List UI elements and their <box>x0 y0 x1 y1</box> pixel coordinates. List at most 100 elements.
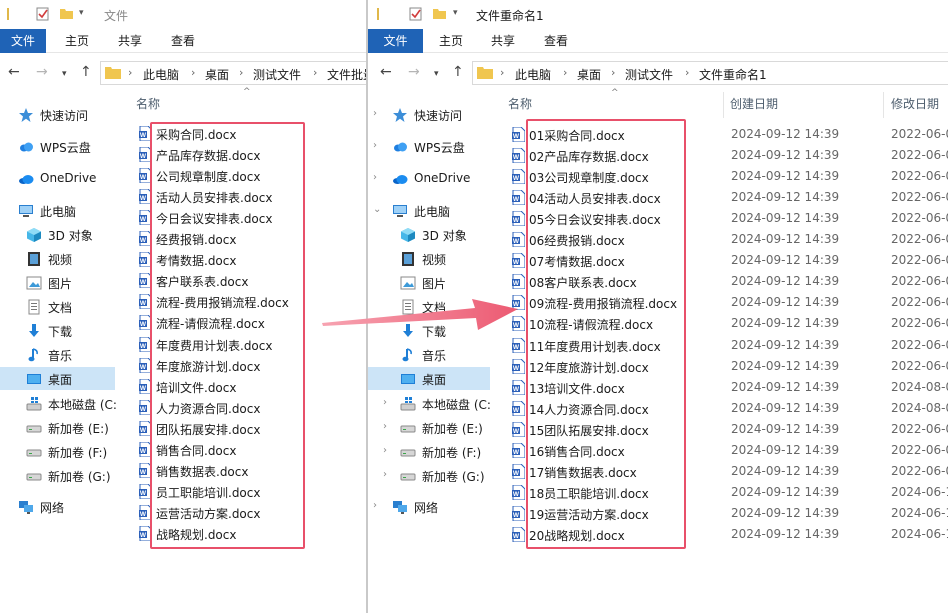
nav-item[interactable]: 视频 <box>368 247 490 270</box>
breadcrumb-item[interactable]: 文件重命名1 <box>699 66 767 83</box>
nav-item[interactable]: › 本地磁盘 (C: <box>368 392 491 415</box>
breadcrumb-item[interactable]: 测试文件 <box>625 66 673 83</box>
nav-item[interactable]: 文档 <box>0 295 115 318</box>
svg-text:W: W <box>140 279 147 286</box>
collapsed-chevron-icon[interactable]: › <box>383 445 387 456</box>
cube-icon <box>26 227 42 242</box>
nav-item-label: 图片 <box>48 277 73 291</box>
customize-toolbar-icon[interactable]: ▾ <box>453 8 468 23</box>
customize-toolbar-icon[interactable]: ▾ <box>79 8 94 23</box>
column-separator[interactable] <box>883 92 884 118</box>
nav-item[interactable]: › 网络 <box>368 495 490 518</box>
recent-locations-icon[interactable]: ▾ <box>434 66 439 82</box>
svg-text:W: W <box>140 321 147 328</box>
tab-file[interactable]: 文件 <box>0 29 46 53</box>
nav-item[interactable]: 新加卷 (G:) <box>0 464 115 487</box>
title-bar: ▾ 文件重命名1 <box>368 0 948 29</box>
folder-quick-icon[interactable] <box>6 6 21 21</box>
breadcrumb-separator: › <box>611 66 616 79</box>
recent-locations-icon[interactable]: ▾ <box>62 66 67 82</box>
column-header-created[interactable]: 创建日期 <box>730 95 778 112</box>
properties-check-icon[interactable] <box>35 6 50 21</box>
svg-text:W: W <box>513 407 520 414</box>
up-arrow-icon[interactable]: ↑ <box>80 64 92 80</box>
breadcrumb-item[interactable]: 此电脑 <box>515 66 551 83</box>
nav-item[interactable]: › 新加卷 (E:) <box>368 416 490 439</box>
collapsed-chevron-icon[interactable]: › <box>373 140 377 151</box>
nav-item-label: 音乐 <box>48 349 73 363</box>
nav-item[interactable]: › WPS云盘 <box>368 135 490 158</box>
breadcrumb-item[interactable]: 此电脑 <box>143 66 179 83</box>
properties-check-icon[interactable] <box>408 6 423 21</box>
tab-view[interactable]: 查看 <box>160 29 206 53</box>
breadcrumb-item[interactable]: 桌面 <box>577 66 601 83</box>
word-document-icon: W <box>512 168 526 185</box>
up-arrow-icon[interactable]: ↑ <box>452 64 464 80</box>
tab-view[interactable]: 查看 <box>533 29 579 53</box>
title-bar: ▾ 文件 <box>0 0 367 29</box>
breadcrumb-item[interactable]: 测试文件 <box>253 66 301 83</box>
nav-item[interactable]: WPS云盘 <box>0 135 115 158</box>
tab-home[interactable]: 主页 <box>54 29 100 53</box>
nav-item[interactable]: 快速访问 <box>0 103 115 126</box>
nav-item[interactable]: 网络 <box>0 495 115 518</box>
forward-arrow-icon[interactable]: → <box>408 64 420 80</box>
new-folder-icon[interactable] <box>432 6 447 21</box>
nav-item[interactable]: 3D 对象 <box>0 223 115 246</box>
breadcrumb-item[interactable]: 桌面 <box>205 66 229 83</box>
nav-item[interactable]: 桌面 <box>368 367 490 390</box>
address-bar[interactable]: › 此电脑 › 桌面 › 测试文件 › 文件重命名1 <box>472 61 948 85</box>
nav-item[interactable]: 音乐 <box>0 343 115 366</box>
nav-item[interactable]: 桌面 <box>0 367 115 390</box>
svg-text:W: W <box>140 532 147 539</box>
desktop-icon <box>26 371 42 386</box>
nav-item[interactable]: 下载 <box>0 319 115 342</box>
star-icon <box>18 107 34 122</box>
nav-item[interactable]: 3D 对象 <box>368 223 490 246</box>
tab-home[interactable]: 主页 <box>428 29 474 53</box>
back-arrow-icon[interactable]: ← <box>8 64 20 80</box>
address-row: ← → ▾ ↑ › 此电脑 › 桌面 › 测试文件 › 文件重命名1 <box>368 53 948 91</box>
expanded-chevron-icon[interactable]: ⌄ <box>373 204 381 215</box>
nav-item[interactable]: OneDrive <box>0 167 115 190</box>
nav-item-label: 网络 <box>414 501 439 515</box>
nav-item[interactable]: 图片 <box>368 271 490 294</box>
collapsed-chevron-icon[interactable]: › <box>373 172 377 183</box>
new-folder-icon[interactable] <box>59 6 74 21</box>
nav-item[interactable]: 此电脑 <box>0 199 115 222</box>
tab-share[interactable]: 共享 <box>480 29 526 53</box>
nav-item[interactable]: 本地磁盘 (C: <box>0 392 117 415</box>
collapsed-chevron-icon[interactable]: › <box>383 397 387 408</box>
tab-share[interactable]: 共享 <box>107 29 153 53</box>
column-header-name[interactable]: 名称 <box>508 95 532 112</box>
collapsed-chevron-icon[interactable]: › <box>383 469 387 480</box>
nav-item[interactable]: 新加卷 (F:) <box>0 440 115 463</box>
column-header-modified[interactable]: 修改日期 <box>891 95 939 112</box>
nav-item-label: WPS云盘 <box>40 141 91 155</box>
nav-item[interactable]: › 新加卷 (F:) <box>368 440 490 463</box>
nav-item[interactable]: › OneDrive <box>368 167 490 190</box>
folder-quick-icon[interactable] <box>376 6 391 21</box>
collapsed-chevron-icon[interactable]: › <box>373 108 377 119</box>
nav-item[interactable]: 视频 <box>0 247 115 270</box>
file-modified-date: 2022-06-0 <box>891 232 948 247</box>
address-bar[interactable]: › 此电脑 › 桌面 › 测试文件 › 文件批量 <box>100 61 367 85</box>
tab-file[interactable]: 文件 <box>368 29 423 53</box>
nav-item[interactable]: 新加卷 (E:) <box>0 416 115 439</box>
nav-item[interactable]: ⌄ 此电脑 <box>368 199 490 222</box>
nav-item[interactable]: 图片 <box>0 271 115 294</box>
collapsed-chevron-icon[interactable]: › <box>383 421 387 432</box>
back-arrow-icon[interactable]: ← <box>380 64 392 80</box>
breadcrumb-item[interactable]: 文件批量 <box>327 66 367 83</box>
column-separator[interactable] <box>723 92 724 118</box>
forward-arrow-icon[interactable]: → <box>36 64 48 80</box>
file-modified-date: 2022-06-0 <box>891 127 948 141</box>
window-title: 文件重命名1 <box>476 9 544 23</box>
network-icon <box>392 499 408 514</box>
collapsed-chevron-icon[interactable]: › <box>373 500 377 511</box>
svg-text:W: W <box>513 259 520 266</box>
nav-item[interactable]: › 快速访问 <box>368 103 490 126</box>
nav-item[interactable]: 音乐 <box>368 343 490 366</box>
nav-item[interactable]: › 新加卷 (G:) <box>368 464 490 487</box>
column-header-name[interactable]: 名称 <box>136 95 160 112</box>
